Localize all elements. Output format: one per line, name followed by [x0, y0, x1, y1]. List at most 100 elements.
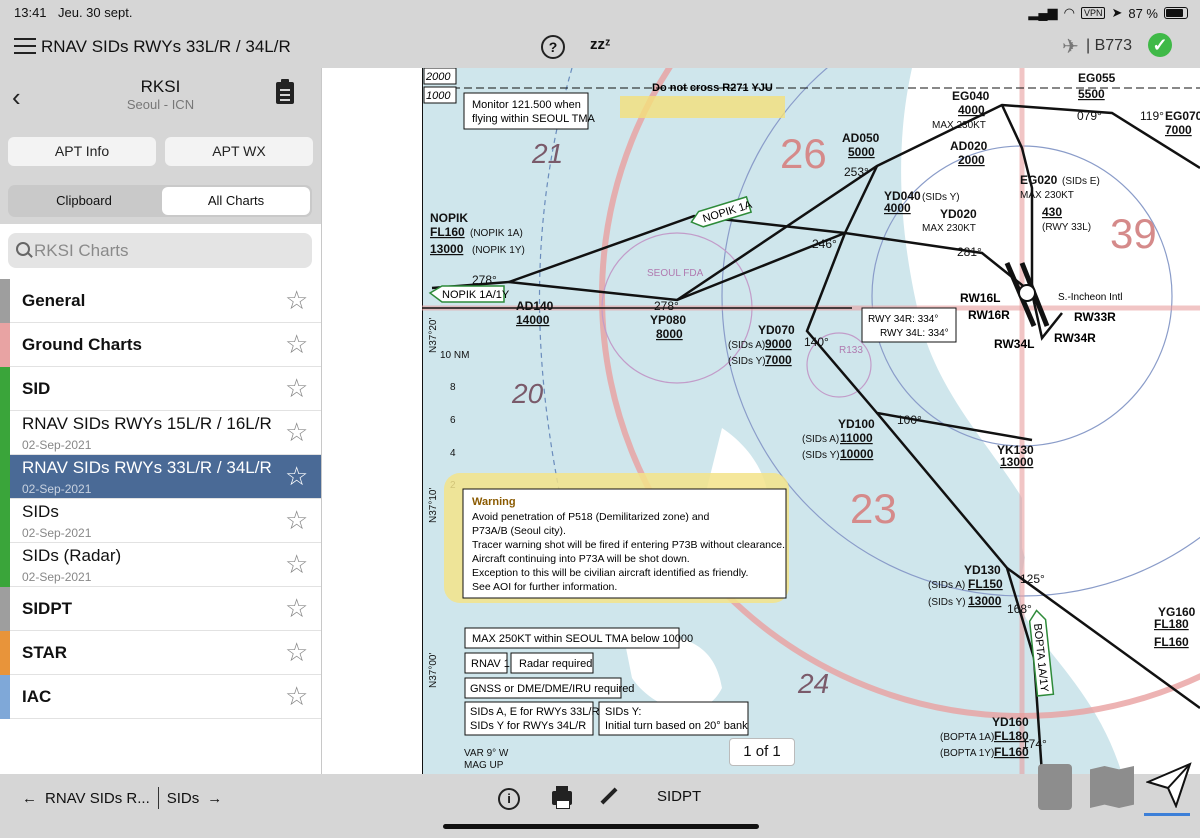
course-label: 119° — [1140, 109, 1164, 123]
var-label: VAR 9° W — [464, 748, 509, 759]
paper-plane-icon[interactable] — [1146, 762, 1192, 808]
map-icon[interactable] — [1090, 766, 1134, 808]
waypoint-name: EG020 — [1020, 173, 1058, 187]
favorite-star-icon[interactable]: ☆ — [285, 375, 308, 401]
runway-label: RW34L — [994, 337, 1034, 351]
chart-list-item[interactable]: Ground Charts ☆ — [0, 323, 321, 367]
previous-arrow-icon[interactable]: ← — [22, 790, 37, 807]
category-color-bar — [0, 631, 10, 675]
status-time: 13:41 — [14, 5, 47, 20]
chart-list-label: STAR — [22, 643, 68, 662]
aircraft-icon[interactable]: ✈ — [1062, 34, 1079, 59]
chart-list-item[interactable]: SIDPT ☆ — [0, 587, 321, 631]
sids-y-note: Initial turn based on 20° bank — [605, 720, 748, 732]
favorite-star-icon[interactable]: ☆ — [285, 507, 308, 533]
favorite-star-icon[interactable]: ☆ — [285, 287, 308, 313]
course-label: 278° — [654, 299, 679, 313]
menu-icon[interactable] — [14, 38, 36, 56]
sector-number: 24 — [797, 668, 829, 699]
chart-list-label: General — [22, 291, 86, 310]
waypoint-alt: 8000 — [656, 327, 683, 341]
rwy-box: RWY 34R: 334° RWY 34L: 334° — [861, 307, 957, 343]
help-icon[interactable]: ? — [541, 35, 565, 59]
favorite-star-icon[interactable]: ☆ — [285, 463, 308, 489]
next-arrow-icon[interactable]: → — [207, 790, 222, 807]
clipboard-icon[interactable] — [276, 79, 294, 104]
sids-y-note: SIDs Y: — [605, 706, 641, 718]
chart-list-item[interactable]: STAR ☆ — [0, 631, 321, 675]
waypoint-note: (SIDs Y) — [728, 356, 766, 367]
sleep-mode-icon[interactable]: zzᶻ — [590, 36, 610, 53]
chart-view[interactable]: Do not cross R271 YJU 2000 1000 Monitor … — [322, 68, 1200, 774]
do-not-cross-text: Do not cross R271 YJU — [652, 82, 773, 94]
filter-label[interactable]: SIDPT — [657, 788, 701, 805]
favorite-star-icon[interactable]: ☆ — [285, 551, 308, 577]
nopik-tag[interactable]: NOPIK 1A/1Y — [428, 285, 510, 303]
category-color-bar — [0, 499, 10, 543]
chart-list-item[interactable]: SIDs 02-Sep-2021 ☆ — [0, 499, 321, 543]
chart-list-label: SID — [22, 379, 51, 398]
favorite-star-icon[interactable]: ☆ — [285, 639, 308, 665]
sids-note: SIDs Y for RWYs 34L/R — [470, 720, 586, 732]
aircraft-type[interactable]: | B773 — [1086, 37, 1132, 55]
segment-all-charts[interactable]: All Charts — [162, 187, 310, 215]
sid-chart[interactable]: Do not cross R271 YJU 2000 1000 Monitor … — [422, 68, 1200, 774]
chart-list-item[interactable]: RNAV SIDs RWYs 15L/R / 16L/R 02-Sep-2021 ☆ — [0, 411, 321, 455]
waypoint-alt: 13000 — [430, 242, 464, 256]
category-color-bar — [0, 367, 10, 411]
waypoint-alt: 430 — [1042, 205, 1062, 219]
warning-line: P73A/B (Seoul city). — [472, 525, 566, 537]
info-icon[interactable]: i — [498, 788, 520, 810]
nav-divider — [157, 787, 159, 809]
apt-wx-button[interactable]: APT WX — [165, 137, 313, 166]
runway-label: RW34R — [1054, 331, 1096, 345]
chart-list-item[interactable]: General ☆ — [0, 279, 321, 323]
waypoint-alt: 7000 — [765, 353, 792, 367]
favorite-star-icon[interactable]: ☆ — [285, 683, 308, 709]
chart-list-label: IAC — [22, 687, 52, 706]
previous-chart-link[interactable]: RNAV SIDs R... — [45, 790, 150, 807]
active-tool-indicator — [1144, 813, 1190, 816]
category-color-bar — [0, 279, 10, 323]
pencil-icon[interactable] — [600, 787, 618, 805]
airport-label: S.-Incheon Intl — [1058, 292, 1122, 303]
chart-list-item[interactable]: RNAV SIDs RWYs 33L/R / 34L/R 02-Sep-2021 ☆ — [0, 455, 321, 499]
sids-note: SIDs A, E for RWYs 33L/R — [470, 706, 599, 718]
sector-number: 20 — [511, 378, 544, 409]
waypoint-name: NOPIK — [430, 211, 468, 225]
document-icon[interactable] — [1038, 764, 1072, 810]
favorite-star-icon[interactable]: ☆ — [285, 331, 308, 357]
print-icon[interactable] — [552, 786, 572, 809]
waypoint-alt: 5500 — [1078, 87, 1105, 101]
chart-list-date: 02-Sep-2021 — [22, 438, 92, 452]
sync-ok-icon[interactable]: ✓ — [1148, 33, 1172, 57]
runway-label: RW16L — [960, 291, 1000, 305]
chart-list-item[interactable]: SIDs (Radar) 02-Sep-2021 ☆ — [0, 543, 321, 587]
favorite-star-icon[interactable]: ☆ — [285, 595, 308, 621]
next-chart-link[interactable]: SIDs — [167, 790, 200, 807]
waypoint-note: (BOPTA 1Y) — [940, 748, 994, 759]
favorite-star-icon[interactable]: ☆ — [285, 419, 308, 445]
waypoint-alt: FL180 — [994, 729, 1029, 743]
signal-icon: ▂▄▆ — [1028, 5, 1058, 20]
sidebar: ‹ RKSI Seoul - ICN APT Info APT WX Clipb… — [0, 68, 322, 774]
page-indicator: 1 of 1 — [729, 738, 795, 766]
scale-label: 4 — [450, 448, 456, 459]
waypoint-note: (SIDs A) — [928, 580, 965, 591]
nopik-tag-label: NOPIK 1A/1Y — [442, 289, 510, 301]
waypoint-name: AD020 — [950, 139, 988, 153]
waypoint-note: (SIDs Y) — [922, 192, 960, 203]
alt-label: 1000 — [426, 90, 451, 102]
search-field[interactable]: RKSI Charts — [8, 233, 312, 268]
chart-list-item[interactable]: IAC ☆ — [0, 675, 321, 719]
course-label: 278° — [472, 273, 497, 287]
chart-navigation: ← RNAV SIDs R... SIDs → — [22, 787, 222, 809]
segment-clipboard[interactable]: Clipboard — [10, 187, 158, 215]
vpn-badge: VPN — [1080, 7, 1106, 19]
waypoint-note: (SIDs Y) — [802, 450, 840, 461]
waypoint-alt: 2000 — [958, 153, 985, 167]
apt-info-button[interactable]: APT Info — [8, 137, 156, 166]
home-indicator[interactable] — [443, 824, 759, 829]
chart-list-item[interactable]: SID ☆ — [0, 367, 321, 411]
airport-code: RKSI — [140, 77, 181, 96]
